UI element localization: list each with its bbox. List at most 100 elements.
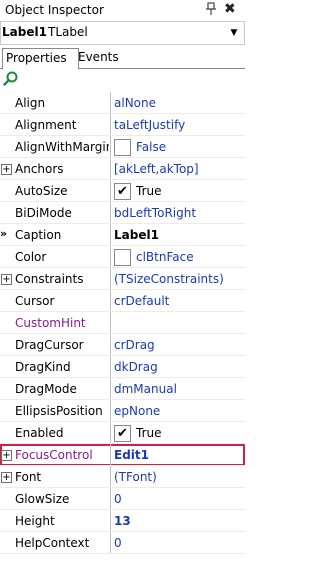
property-row-bidimode[interactable]: BiDiMode bdLeftToRight	[0, 202, 245, 224]
property-value: False	[136, 140, 167, 154]
property-row-glowsize[interactable]: GlowSize 0	[0, 488, 245, 510]
close-icon[interactable]: ✖	[224, 1, 238, 17]
column-separator	[110, 136, 111, 158]
column-separator	[110, 422, 111, 444]
property-name: Caption	[15, 228, 62, 242]
property-name: Enabled	[15, 426, 64, 440]
row-gutter	[0, 202, 12, 224]
property-row-alignment[interactable]: Alignment taLeftJustify	[0, 114, 245, 136]
property-checkbox[interactable]	[114, 139, 131, 156]
pin-icon[interactable]	[205, 2, 217, 16]
tab-strip: Properties Events	[0, 48, 245, 70]
property-checkbox[interactable]: ✔	[114, 183, 131, 200]
property-value[interactable]: crDrag	[114, 338, 155, 352]
property-row-focuscontrol[interactable]: + FocusControl Edit1	[0, 444, 245, 466]
property-checkbox[interactable]: ✔	[114, 425, 131, 442]
property-row-constraints[interactable]: + Constraints (TSizeConstraints)	[0, 268, 245, 290]
row-gutter: +	[0, 158, 12, 180]
tab-properties[interactable]: Properties	[2, 48, 79, 70]
property-value[interactable]: crDefault	[114, 294, 169, 308]
row-gutter: +	[0, 466, 12, 488]
property-row-enabled[interactable]: Enabled ✔ True	[0, 422, 245, 444]
property-value[interactable]: (TFont)	[114, 470, 157, 484]
property-value[interactable]: Edit1	[114, 448, 149, 462]
property-name: Anchors	[15, 162, 64, 176]
property-value[interactable]: 0	[114, 536, 122, 550]
component-type: TLabel	[48, 25, 88, 39]
column-separator	[110, 334, 111, 356]
color-swatch[interactable]	[114, 249, 131, 266]
property-value[interactable]: dkDrag	[114, 360, 158, 374]
column-separator	[110, 444, 111, 466]
column-separator	[110, 180, 111, 202]
property-value[interactable]: bdLeftToRight	[114, 206, 196, 220]
expand-icon[interactable]: +	[1, 164, 12, 175]
property-name: CustomHint	[15, 316, 86, 330]
property-name: Font	[15, 470, 42, 484]
property-row-customhint[interactable]: CustomHint	[0, 312, 245, 334]
chevron-down-icon[interactable]: ▼	[227, 24, 241, 42]
window-title: Object Inspector	[5, 3, 104, 17]
row-gutter	[0, 378, 12, 400]
property-row-align[interactable]: Align alNone	[0, 92, 245, 114]
row-gutter	[0, 246, 12, 268]
property-row-color[interactable]: Color clBtnFace	[0, 246, 245, 268]
property-row-dragmode[interactable]: DragMode dmManual	[0, 378, 245, 400]
current-row-marker-icon: »	[0, 227, 8, 240]
property-name: GlowSize	[15, 492, 70, 506]
property-value[interactable]: 13	[114, 514, 131, 528]
property-row-alignwithmargin[interactable]: AlignWithMargin False	[0, 136, 245, 158]
property-value[interactable]: (TSizeConstraints)	[114, 272, 224, 286]
column-separator	[110, 466, 111, 488]
row-gutter	[0, 136, 12, 158]
property-name: DragCursor	[15, 338, 84, 352]
property-row-helpcontext[interactable]: HelpContext 0	[0, 532, 245, 554]
property-row-dragcursor[interactable]: DragCursor crDrag	[0, 334, 245, 356]
property-value[interactable]: alNone	[114, 96, 156, 110]
property-row-height[interactable]: Height 13	[0, 510, 245, 532]
property-name: Height	[15, 514, 55, 528]
column-separator	[110, 532, 111, 554]
row-gutter: +	[0, 268, 12, 290]
property-name: Color	[15, 250, 47, 264]
row-gutter	[0, 532, 12, 554]
property-row-ellipsisposition[interactable]: EllipsisPosition epNone	[0, 400, 245, 422]
expand-icon[interactable]: +	[1, 472, 12, 483]
tab-events[interactable]: Events	[75, 48, 126, 67]
expand-icon[interactable]: +	[1, 274, 12, 285]
column-separator	[110, 400, 111, 422]
property-value[interactable]: epNone	[114, 404, 160, 418]
property-row-font[interactable]: + Font (TFont)	[0, 466, 245, 488]
property-value: True	[136, 184, 162, 198]
row-gutter: +	[0, 444, 12, 466]
search-icon[interactable]	[3, 71, 19, 87]
property-grid: Align alNone Alignment taLeftJustify AlignWi…	[0, 92, 245, 562]
filter-toolbar	[0, 70, 245, 90]
property-name: AutoSize	[15, 184, 68, 198]
property-value[interactable]: [akLeft,akTop]	[114, 162, 199, 176]
row-gutter: »	[0, 224, 12, 246]
expand-icon[interactable]: +	[1, 450, 12, 461]
column-separator	[110, 202, 111, 224]
row-gutter	[0, 334, 12, 356]
row-gutter	[0, 312, 12, 334]
column-separator	[110, 246, 111, 268]
property-name: FocusControl	[15, 448, 93, 462]
property-value: True	[136, 426, 162, 440]
property-value[interactable]: dmManual	[114, 382, 177, 396]
property-row-cursor[interactable]: Cursor crDefault	[0, 290, 245, 312]
property-name: Constraints	[15, 272, 84, 286]
column-separator	[110, 378, 111, 400]
property-value[interactable]: 0	[114, 492, 122, 506]
property-row-autosize[interactable]: AutoSize ✔ True	[0, 180, 245, 202]
property-row-anchors[interactable]: + Anchors [akLeft,akTop]	[0, 158, 245, 180]
column-separator	[110, 290, 111, 312]
property-row-dragkind[interactable]: DragKind dkDrag	[0, 356, 245, 378]
property-name: Alignment	[15, 118, 77, 132]
property-value[interactable]: Label1	[114, 228, 159, 242]
property-row-caption[interactable]: » Caption Label1	[0, 224, 245, 246]
property-name: Align	[15, 96, 46, 110]
component-selector[interactable]: Label1 TLabel ▼	[0, 21, 245, 45]
property-name: HelpContext	[15, 536, 90, 550]
property-value[interactable]: taLeftJustify	[114, 118, 185, 132]
